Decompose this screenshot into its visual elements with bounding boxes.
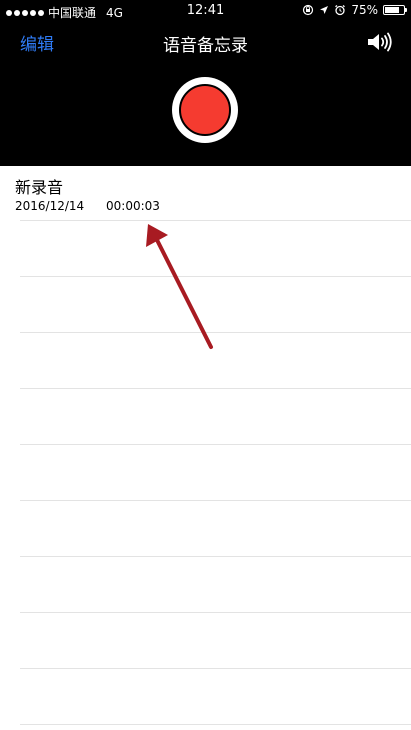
list-separator — [20, 444, 411, 445]
status-bar: 中国联通 4G 12:41 75% — [0, 0, 411, 22]
orientation-lock-icon — [303, 4, 314, 16]
recording-date: 2016/12/14 — [15, 199, 85, 213]
recording-item[interactable]: 新录音 2016/12/14 00:00:03 — [0, 166, 411, 220]
list-separator — [20, 500, 411, 501]
recording-title: 新录音 — [15, 178, 64, 197]
recording-duration: 00:00:03 — [106, 199, 160, 213]
battery-icon — [383, 5, 407, 15]
navigation-bar: 编辑 语音备忘录 — [0, 28, 411, 58]
battery-fill — [385, 7, 399, 13]
location-icon — [320, 6, 329, 14]
record-button[interactable] — [172, 77, 238, 143]
top-bar: 中国联通 4G 12:41 75% 编辑 语音备忘录 — [0, 0, 411, 166]
recordings-list: 新录音 2016/12/14 00:00:03 — [0, 166, 411, 730]
list-separator — [20, 276, 411, 277]
speaker-icon[interactable] — [365, 30, 393, 54]
list-separator — [20, 388, 411, 389]
list-separator — [20, 724, 411, 725]
battery-percent: 75% — [351, 3, 378, 17]
list-separator — [20, 612, 411, 613]
list-separator — [20, 332, 411, 333]
alarm-icon — [335, 5, 346, 16]
page-title: 语音备忘录 — [163, 36, 248, 56]
status-right: 75% — [302, 3, 407, 17]
list-separator — [20, 556, 411, 557]
edit-button[interactable]: 编辑 — [20, 30, 54, 55]
record-icon — [179, 84, 231, 136]
list-separator — [20, 668, 411, 669]
list-separator — [20, 220, 411, 221]
